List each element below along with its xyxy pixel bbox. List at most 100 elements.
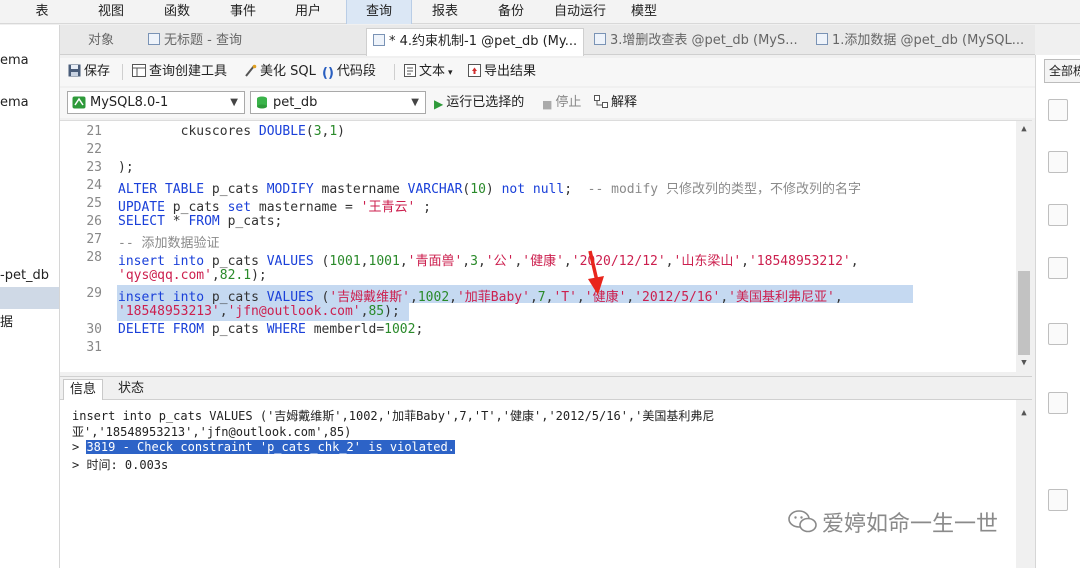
run-selected-label: 运行已选择的 [446,95,525,110]
object-navigator: ema ema -pet_db 据 [0,25,60,568]
nav-selection-highlight [0,287,59,309]
snippet-item-icon[interactable] [1048,392,1068,414]
menu-automation[interactable]: 自动运行 [544,0,616,24]
run-icon: ▶ [434,97,444,111]
sql-editor[interactable]: 21 22 23 24 25 26 27 28 29 30 31 ckuscor… [60,120,1032,373]
nav-item-data[interactable]: 据 [0,311,13,330]
query-tab-icon [816,33,828,45]
error-message-line: > 3819 - Check constraint 'p_cats_chk_2'… [72,440,455,454]
code-line: '18548953213','jfn@outlook.com',85); [118,304,400,319]
tab-label: 3.增删改查表 @pet_db (MyS... [610,33,798,48]
toolbar-divider [394,64,395,80]
stop-button[interactable]: ■ 停止 [542,93,581,113]
snippet-item-icon[interactable] [1048,257,1068,279]
scroll-up-icon[interactable]: ▲ [1016,408,1032,418]
connection-icon [72,96,86,109]
nav-item-pet-db[interactable]: -pet_db [0,268,49,283]
wechat-icon [788,510,817,533]
tab-constraint-query[interactable]: * 4.约束机制-1 @pet_db (My... [366,28,584,56]
menu-bar: 表 视图 函数 事件 用户 查询 报表 备份 自动运行 模型 [0,0,1080,24]
text-button[interactable]: 文本 ▾ [404,62,453,82]
editor-scrollbar[interactable]: ▲ ▼ [1016,121,1032,373]
dropdown-arrow-icon: ▾ [448,68,453,78]
message-sql-line: 亚','18548953213','jfn@outlook.com',85) [72,425,352,439]
menu-table[interactable]: 表 [0,0,84,24]
message-output: insert into p_cats VALUES ('吉姆戴维斯',1002,… [60,400,1032,568]
scroll-down-icon[interactable]: ▼ [1016,358,1032,368]
menu-report[interactable]: 报表 [412,0,478,24]
stop-icon: ■ [542,98,553,111]
line-number: 28 [86,250,102,265]
tab-status[interactable]: 状态 [112,379,150,401]
menu-backup[interactable]: 备份 [478,0,544,24]
snippet-label: 代码段 [336,64,376,79]
query-builder-label: 查询创建工具 [149,64,228,79]
query-builder-button[interactable]: 查询创建工具 [132,62,227,82]
chevron-down-icon: ▼ [230,97,238,108]
tab-objects[interactable]: 对象 [82,28,144,54]
code-line: 'qys@qq.com',82.1); [118,268,267,283]
query-tab-icon [373,34,385,46]
menu-function[interactable]: 函数 [138,0,216,24]
database-select[interactable]: pet_db ▼ [250,91,426,114]
save-icon [68,64,81,77]
snippet-icon: () [322,66,334,81]
line-number: 26 [86,214,102,229]
snippet-item-icon[interactable] [1048,99,1068,121]
result-scrollbar[interactable]: ▲ [1016,400,1032,568]
export-label: 导出结果 [484,64,537,79]
tab-label: 无标题 - 查询 [164,33,242,48]
menu-user[interactable]: 用户 [270,0,346,24]
menu-model[interactable]: 模型 [616,0,672,24]
snippet-item-icon[interactable] [1048,489,1068,511]
snippet-item-icon[interactable] [1048,204,1068,226]
prompt-symbol: > [72,440,87,454]
elapsed-time-line: > 时间: 0.003s [72,456,168,473]
watermark-text: 爱婷如命一生一世 [822,512,999,537]
code-line: insert into p_cats VALUES ('吉姆戴维斯',1002,… [118,290,843,305]
chevron-down-icon: ▼ [411,97,419,108]
explain-button[interactable]: 解释 [594,93,637,113]
code-line: ALTER TABLE p_cats MODIFY mastername VAR… [118,182,861,197]
tab-label: 对象 [88,33,115,48]
error-message: 3819 - Check constraint 'p_cats_chk_2' i… [86,440,455,454]
line-number: 30 [86,322,102,337]
menu-view[interactable]: 视图 [84,0,138,24]
line-number: 22 [86,142,102,157]
watermark: 爱婷如命一生一世 [788,506,998,538]
code-line: -- 添加数据验证 [118,236,220,251]
tab-crud-query[interactable]: 3.增删改查表 @pet_db (MyS... [588,28,806,54]
beautify-label: 美化 SQL [260,64,316,79]
menu-event[interactable]: 事件 [216,0,270,24]
result-tab-bar: 信息 状态 [60,376,1032,401]
scroll-up-icon[interactable]: ▲ [1016,124,1032,134]
scrollbar-thumb[interactable] [1018,271,1030,355]
explain-icon [594,95,608,108]
line-number: 27 [86,232,102,247]
text-label: 文本 [419,64,446,79]
snippet-item-icon[interactable] [1048,323,1068,345]
save-button[interactable]: 保存 [68,62,110,82]
run-selected-button[interactable]: ▶ 运行已选择的 [434,93,524,113]
text-icon [404,64,416,77]
connection-value: MySQL8.0-1 [90,95,169,110]
connection-select[interactable]: MySQL8.0-1 ▼ [67,91,245,114]
tab-untitled-query[interactable]: 无标题 - 查询 [142,28,360,54]
red-arrow-icon [588,250,604,295]
nav-item-schema-2[interactable]: ema [0,95,29,110]
tab-add-data-query[interactable]: 1.添加数据 @pet_db (MySQL... [810,28,1032,54]
snippet-item-icon[interactable] [1048,151,1068,173]
menu-query[interactable]: 查询 [346,0,412,24]
code-line: DELETE FROM p_cats WHERE memberld=1002; [118,322,424,337]
query-tab-icon [594,33,606,45]
snippet-filter[interactable]: 全部栋 [1044,59,1080,83]
snippet-panel: 全部栋 [1035,55,1080,568]
nav-item-schema-1[interactable]: ema [0,53,29,68]
message-sql-line: insert into p_cats VALUES ('吉姆戴维斯',1002,… [72,409,715,423]
line-number: 31 [86,340,102,355]
tab-message[interactable]: 信息 [63,379,104,401]
tab-bar: 对象 无标题 - 查询 * 4.约束机制-1 @pet_db (My... 3.… [60,25,1035,56]
code-snippet-button[interactable]: () 代码段 [322,62,376,82]
beautify-sql-button[interactable]: 美化 SQL [244,62,316,82]
export-result-button[interactable]: 导出结果 [468,62,536,82]
